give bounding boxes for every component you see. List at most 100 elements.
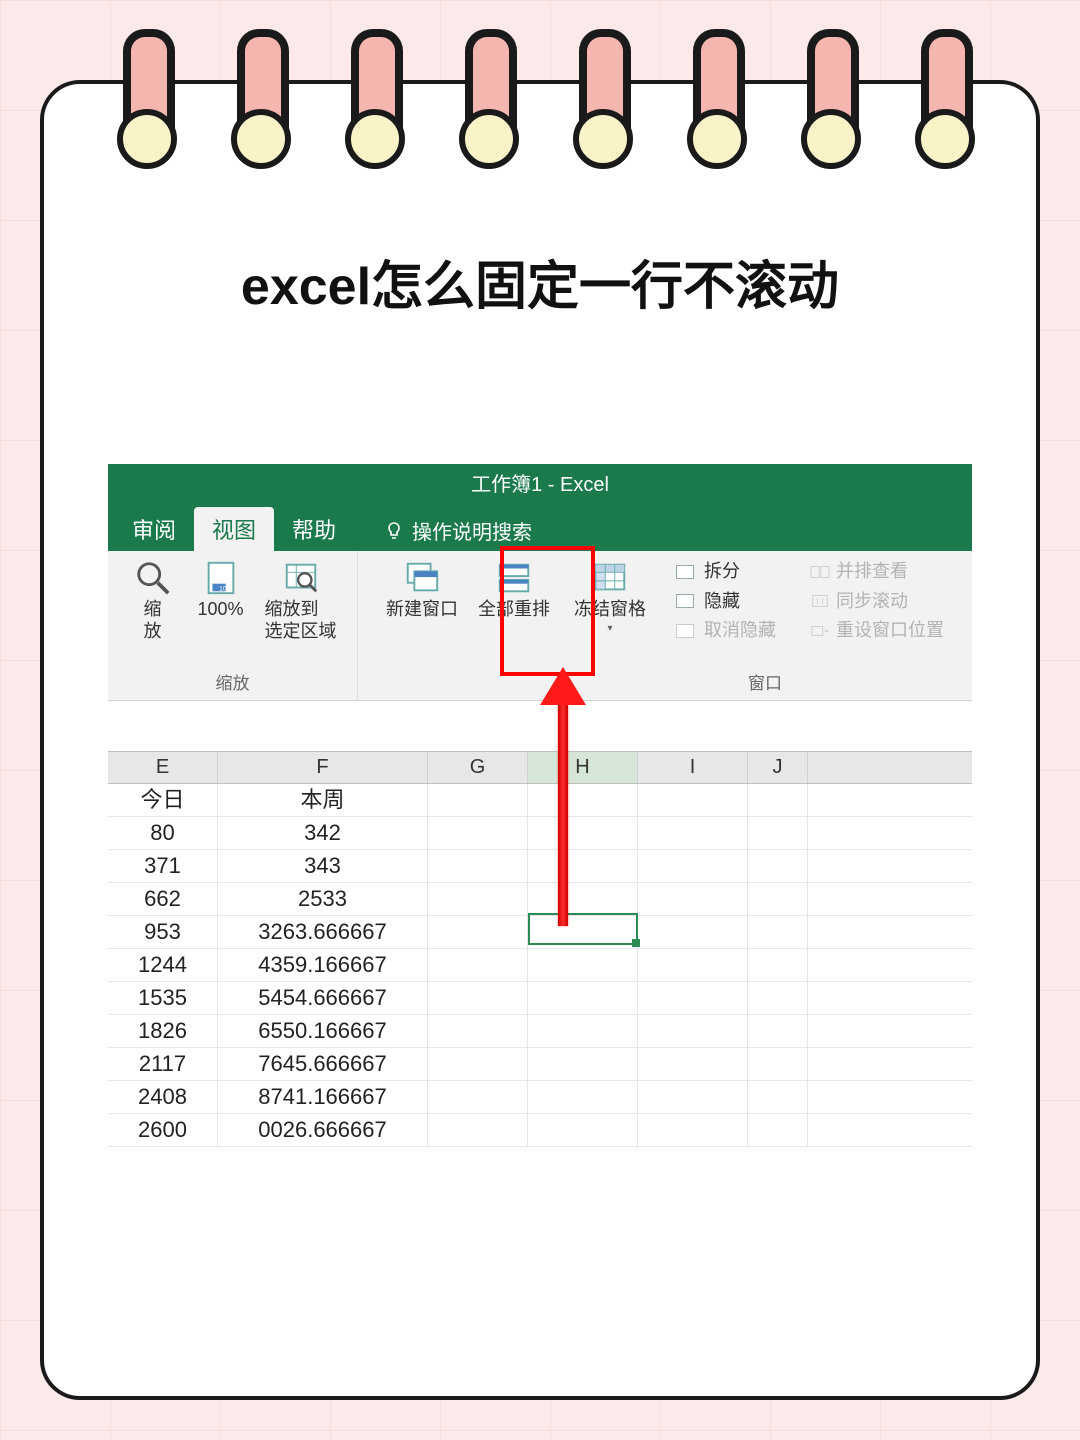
tell-me-search[interactable]: 操作说明搜索 [374,510,542,551]
cell[interactable]: 6550.166667 [218,1015,428,1047]
cell[interactable] [428,784,528,816]
cell[interactable] [428,1048,528,1080]
table-row[interactable]: 80342 [108,817,972,850]
cell[interactable]: 371 [108,850,218,882]
cell[interactable]: 7645.666667 [218,1048,428,1080]
cell[interactable]: 1826 [108,1015,218,1047]
cell[interactable]: 0026.666667 [218,1114,428,1146]
table-row[interactable]: 18266550.166667 [108,1015,972,1048]
table-row[interactable]: 21177645.666667 [108,1048,972,1081]
cell[interactable] [528,982,638,1014]
table-row[interactable]: 26000026.666667 [108,1114,972,1147]
cell[interactable]: 953 [108,916,218,948]
cell[interactable] [638,1081,748,1113]
cell[interactable] [428,1114,528,1146]
cell[interactable]: 1535 [108,982,218,1014]
cell[interactable]: 80 [108,817,218,849]
cell[interactable] [528,817,638,849]
cell[interactable] [638,949,748,981]
table-row[interactable]: 371343 [108,850,972,883]
cell[interactable]: 本周 [218,784,428,816]
table-row[interactable]: 12444359.166667 [108,949,972,982]
cell[interactable] [528,883,638,915]
cell[interactable]: 2408 [108,1081,218,1113]
cell[interactable] [528,949,638,981]
cell[interactable] [638,1015,748,1047]
cell[interactable] [638,817,748,849]
cell[interactable] [638,1114,748,1146]
cell[interactable]: 2533 [218,883,428,915]
cell[interactable]: 3263.666667 [218,916,428,948]
cell[interactable] [638,916,748,948]
col-header-J[interactable]: J [748,752,808,783]
cell[interactable]: 343 [218,850,428,882]
hide-button[interactable]: 隐藏 [670,589,782,615]
table-row[interactable]: 24088741.166667 [108,1081,972,1114]
cell[interactable]: 662 [108,883,218,915]
cell[interactable] [748,916,808,948]
freeze-panes-button[interactable]: 冻结窗格 ▾ [564,557,656,637]
cell[interactable] [748,883,808,915]
sync-scroll-button[interactable]: 同步滚动 [804,589,950,615]
zoom-selection-button[interactable]: 缩放到 选定区域 [259,557,343,644]
cell[interactable] [638,982,748,1014]
cell[interactable]: 5454.666667 [218,982,428,1014]
arrange-all-button[interactable]: 全部重排 [472,557,556,623]
cell[interactable] [638,784,748,816]
cell[interactable] [528,784,638,816]
cell[interactable] [748,982,808,1014]
cell[interactable]: 今日 [108,784,218,816]
cell[interactable]: 2117 [108,1048,218,1080]
cell[interactable] [638,850,748,882]
cell[interactable] [428,883,528,915]
cell[interactable]: 1244 [108,949,218,981]
zoom-100-button[interactable]: 100 100% [191,557,251,644]
cell[interactable] [528,1081,638,1113]
cell[interactable] [528,1048,638,1080]
new-window-button[interactable]: 新建窗口 [380,557,464,623]
col-header-G[interactable]: G [428,752,528,783]
spreadsheet-rows[interactable]: 今日本周8034237134366225339533263.6666671244… [108,784,972,1147]
cell[interactable] [748,1015,808,1047]
table-row[interactable]: 6622533 [108,883,972,916]
table-row[interactable]: 今日本周 [108,784,972,817]
cell[interactable]: 2600 [108,1114,218,1146]
col-header-E[interactable]: E [108,752,218,783]
cell[interactable] [638,1048,748,1080]
col-header-I[interactable]: I [638,752,748,783]
cell[interactable] [528,916,638,948]
unhide-button[interactable]: 取消隐藏 [670,618,782,644]
cell[interactable] [748,850,808,882]
column-headers[interactable]: E F G H I J [108,751,972,784]
cell[interactable] [638,883,748,915]
col-header-F[interactable]: F [218,752,428,783]
cell[interactable] [428,949,528,981]
view-side-by-side-button[interactable]: 并排查看 [804,559,950,585]
cell[interactable] [428,982,528,1014]
cell[interactable] [428,850,528,882]
cell[interactable]: 8741.166667 [218,1081,428,1113]
zoom-button[interactable]: 缩 放 [123,557,183,644]
cell[interactable] [748,1048,808,1080]
cell[interactable] [528,850,638,882]
tab-review[interactable]: 审阅 [114,507,194,551]
cell[interactable]: 342 [218,817,428,849]
cell[interactable] [428,916,528,948]
cell[interactable] [748,784,808,816]
split-button[interactable]: 拆分 [670,559,782,585]
table-row[interactable]: 9533263.666667 [108,916,972,949]
spreadsheet[interactable]: E F G H I J 今日本周803423713436622533953326… [108,751,972,1147]
cell[interactable] [748,817,808,849]
col-header-H[interactable]: H [528,752,638,783]
tab-view[interactable]: 视图 [194,507,274,551]
cell[interactable] [748,949,808,981]
cell[interactable] [748,1114,808,1146]
table-row[interactable]: 15355454.666667 [108,982,972,1015]
cell[interactable] [528,1114,638,1146]
cell[interactable] [428,1081,528,1113]
cell[interactable] [428,817,528,849]
cell[interactable] [428,1015,528,1047]
cell[interactable] [748,1081,808,1113]
cell[interactable] [528,1015,638,1047]
tab-help[interactable]: 帮助 [274,507,354,551]
